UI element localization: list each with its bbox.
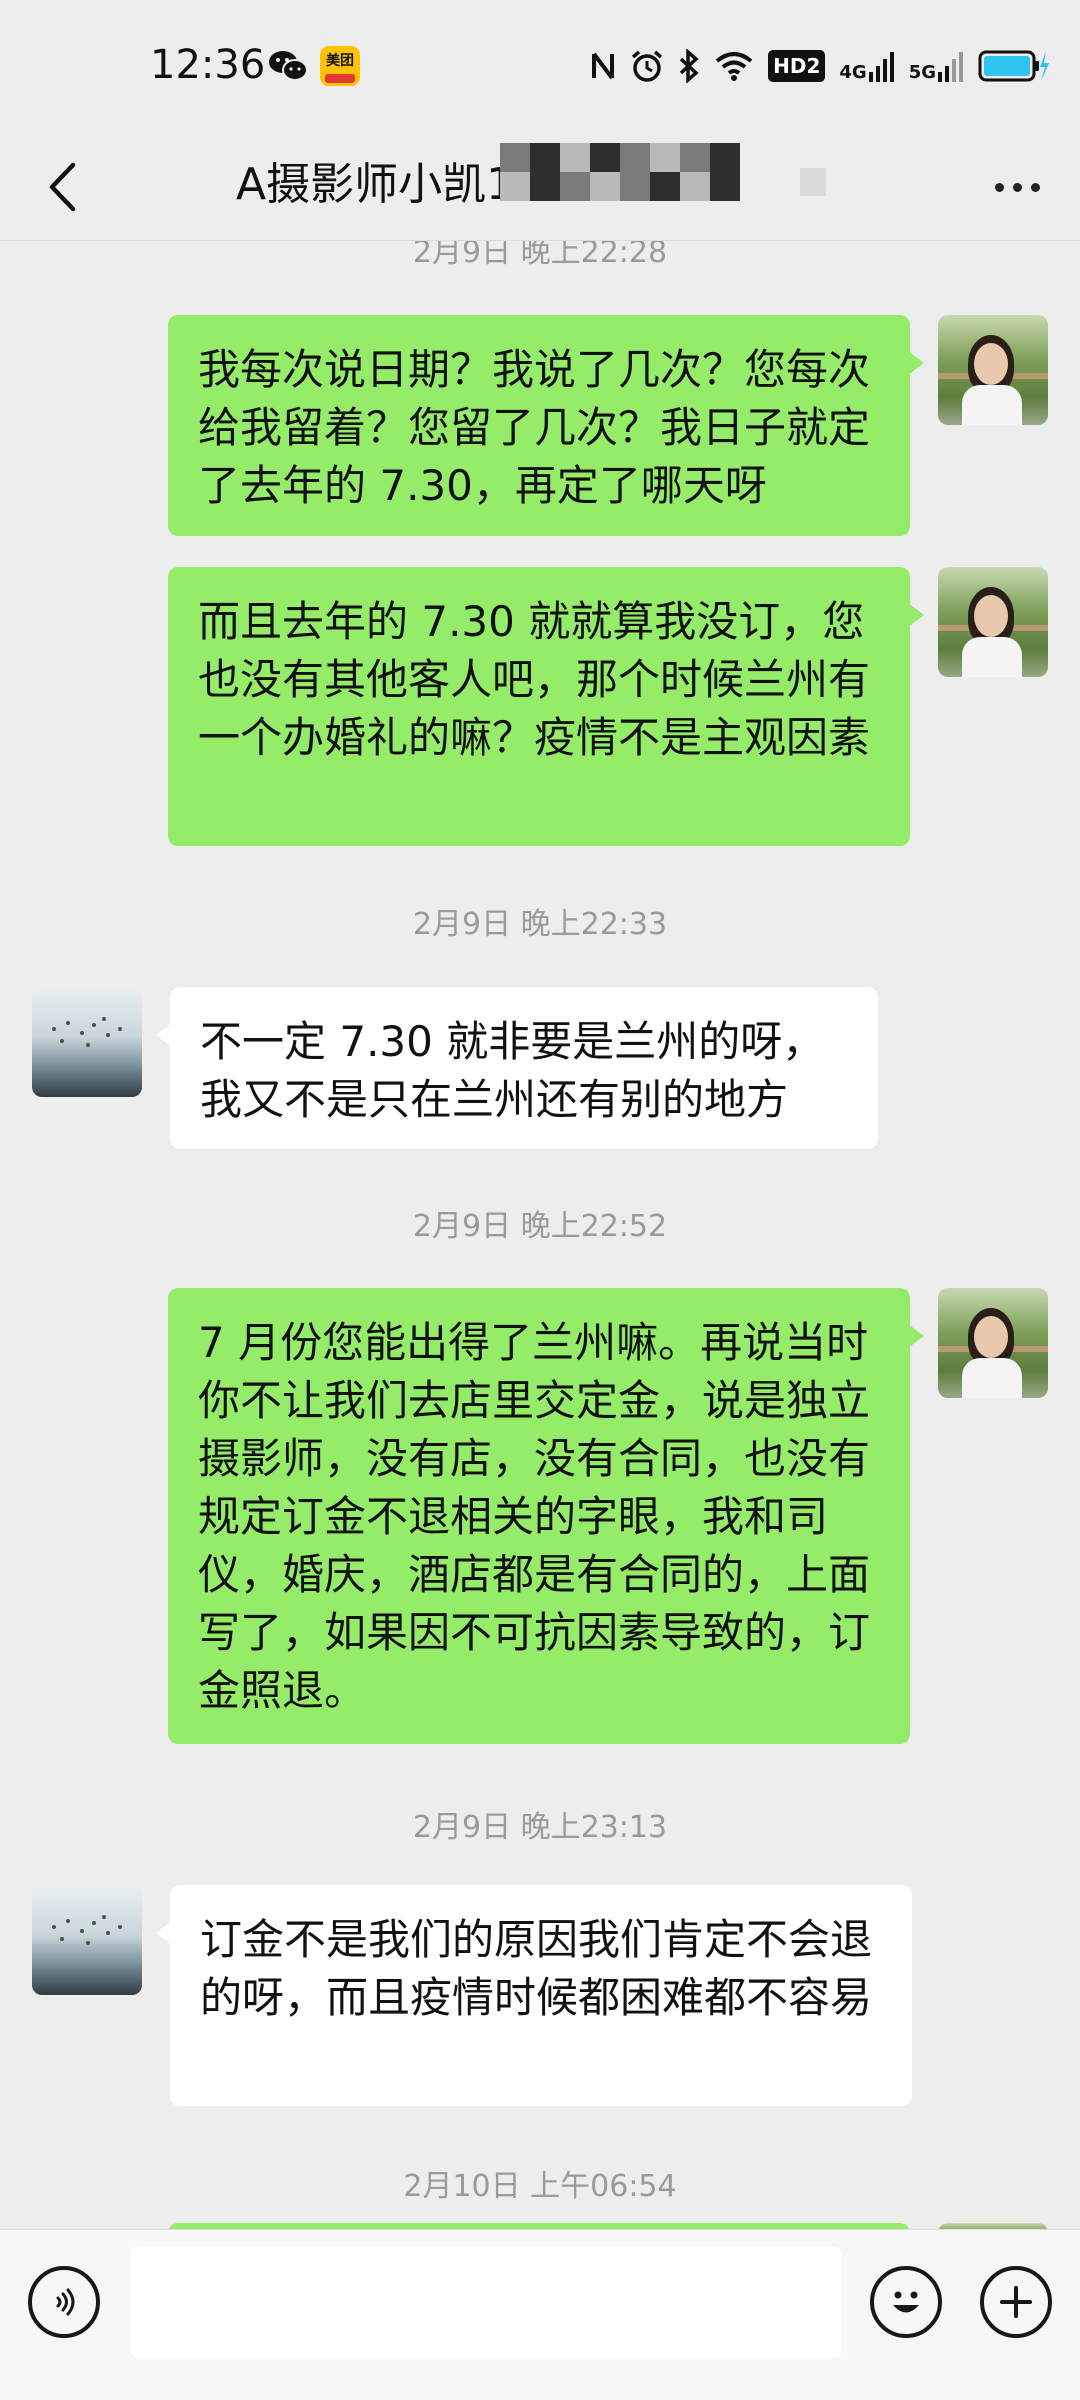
chat-title: A摄影师小凯1 [236,159,515,210]
self-avatar[interactable] [938,1288,1048,1398]
more-functions-button[interactable] [980,2266,1052,2338]
signal-4g: 4G [839,50,894,82]
voice-button[interactable] [28,2266,100,2338]
net-label-4g: 4G [839,62,867,83]
emoji-button[interactable] [870,2266,942,2338]
timestamp: 2月9日 晚上22:28 [412,241,668,270]
contact-avatar[interactable] [32,1885,142,1995]
contact-avatar[interactable] [32,987,142,1097]
net-label-5g: 5G [908,62,936,83]
bluetooth-icon [679,49,699,83]
wechat-chat-screen: 12:36 美团 HD2 4G 5G A摄影师小凯1 2月9日 晚上22:28 … [0,0,1080,2400]
plus-icon [1000,2286,1032,2318]
message-bubble-outgoing[interactable]: 7 月份您能出得了兰州嘛。再说当时你不让我们去店里交定金，说是独立摄影师，没有店… [168,1288,924,1744]
self-avatar[interactable] [938,315,1048,425]
input-bar [0,2229,1080,2400]
message-bubble-outgoing[interactable]: 我每次说日期？我说了几次？您每次给我留着？您留了几次？我日子就定了去年的 7.3… [168,315,924,536]
redacted-region [800,168,826,196]
status-time: 12:36 [150,42,266,88]
back-button[interactable] [30,155,94,219]
wifi-icon [715,52,753,81]
meituan-label: 美团 [326,53,354,69]
timestamp: 2月10日 上午06:54 [403,2169,677,2204]
chat-header: A摄影师小凯1 [0,135,1080,241]
wechat-icon [269,51,308,81]
timestamp: 2月9日 晚上23:13 [412,1810,668,1845]
status-bar: 12:36 美团 HD2 4G 5G [0,0,1080,135]
redacted-region [500,143,740,201]
message-list[interactable]: 2月9日 晚上22:28 我每次说日期？我说了几次？您每次给我留着？您留了几次？… [0,241,1080,2229]
message-bubble-incoming[interactable]: 订金不是我们的原因我们肯定不会退的呀，而且疫情时候都困难都不容易 [156,1885,912,2106]
self-avatar[interactable] [938,567,1048,677]
signal-5g: 5G [909,50,964,82]
emoji-icon [893,2291,919,2313]
battery-charging-icon [978,50,1049,82]
nfc-icon [592,52,615,80]
timestamp: 2月9日 晚上22:33 [412,907,668,942]
voice-icon [56,2288,75,2316]
more-dots-icon [994,182,1004,192]
chevron-left-icon [49,162,76,212]
signal-bars-icon [938,52,963,82]
message-input[interactable] [130,2246,842,2358]
alarm-icon [631,50,663,82]
message-bubble-outgoing[interactable]: 而且去年的 7.30 就就算我没订，您也没有其他客人吧，那个时候兰州有一个办婚礼… [168,567,924,846]
meituan-icon: 美团 [320,46,360,86]
message-bubble-incoming[interactable]: 不一定 7.30 就非要是兰州的呀，我又不是只在兰州还有别的地方 [156,987,878,1149]
system-icons: HD2 4G 5G [590,44,1050,88]
more-options-button[interactable] [982,165,1052,209]
hd-voice-badge: HD2 [768,50,826,82]
timestamp: 2月9日 晚上22:52 [412,1209,668,1244]
signal-bars-icon [868,52,894,82]
